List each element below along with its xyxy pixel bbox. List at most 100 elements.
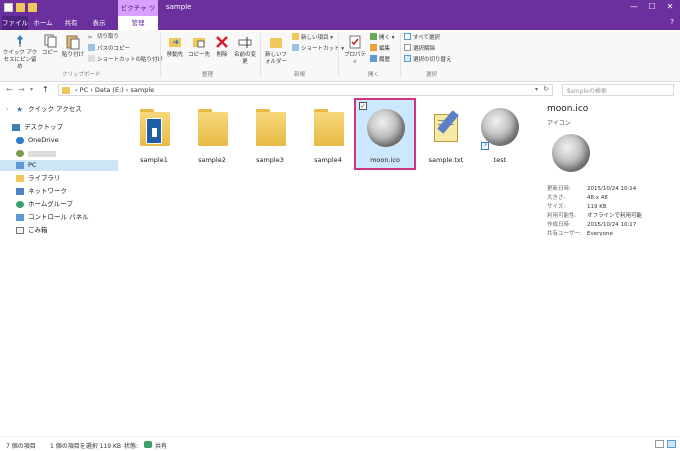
prop-key: 利用可能性: xyxy=(547,213,577,219)
address-bar[interactable]: › PC › Data (E:) › sample ▾ ↻ xyxy=(58,84,553,96)
library-icon xyxy=(16,175,24,182)
help-button[interactable]: ? xyxy=(670,18,674,26)
large-icons-view-button[interactable] xyxy=(667,440,676,448)
nav-item-onedrive[interactable]: OneDrive xyxy=(0,135,118,146)
tab-home[interactable]: ホーム xyxy=(30,16,56,30)
cut-button[interactable]: ✂ 切り取り xyxy=(88,33,119,41)
edit-button[interactable]: 編集 xyxy=(370,44,390,53)
file-item-moon-ico[interactable]: ✓ moon.ico xyxy=(354,98,416,170)
file-item-sample-txt[interactable]: sample.txt xyxy=(418,100,474,170)
copy-button[interactable]: コピー xyxy=(40,34,60,57)
moon-preview-icon xyxy=(552,134,590,172)
rename-button[interactable]: 名前の変更 xyxy=(234,34,256,66)
nav-item-desktop[interactable]: デスクトップ xyxy=(0,122,118,133)
open-group-label: 開く xyxy=(368,72,380,78)
prop-value: Everyone xyxy=(587,231,613,237)
recent-dropdown-icon[interactable]: ▾ xyxy=(30,86,33,93)
shortcut-button[interactable]: ショートカット ▾ xyxy=(292,44,344,53)
file-item-sample1[interactable]: sample1 xyxy=(126,100,182,170)
new-folder-button[interactable]: 新しいフォルダー xyxy=(264,34,288,66)
up-arrow-icon[interactable]: ↑ xyxy=(42,85,49,94)
pin-quick-access-button[interactable]: クイック アクセスにピン留め xyxy=(2,34,38,71)
select-none-button[interactable]: 選択解除 xyxy=(404,44,435,53)
file-item-sample3[interactable]: sample3 xyxy=(242,100,298,170)
nav-item-network[interactable]: ネットワーク xyxy=(0,186,118,197)
new-folder-qat-icon[interactable] xyxy=(16,3,25,12)
chevron-right-icon[interactable]: › xyxy=(6,104,8,115)
new-item-button[interactable]: 新しい項目 ▾ xyxy=(292,33,333,42)
nav-item-user[interactable] xyxy=(0,148,118,159)
search-input[interactable]: sampleの検索 ⌕ xyxy=(562,84,674,96)
nav-label: ネットワーク xyxy=(28,187,67,195)
tab-share[interactable]: 共有 xyxy=(58,16,84,30)
file-list: sample1 sample2 sample3 sample4 ✓ moon.i… xyxy=(120,98,540,436)
file-item-test[interactable]: ↗ test xyxy=(472,100,528,170)
nav-item-pc[interactable]: PC xyxy=(0,160,118,171)
close-button[interactable]: ✕ xyxy=(664,2,676,11)
nav-item-quick-access[interactable]: › ★ クイック アクセス xyxy=(0,104,118,115)
file-name: sample4 xyxy=(314,156,342,164)
select-none-icon xyxy=(404,44,411,51)
search-icon[interactable]: ⌕ xyxy=(567,86,670,94)
edit-icon xyxy=(370,44,377,51)
properties-button[interactable]: プロパティ xyxy=(342,34,368,66)
tab-manage[interactable]: 管理 xyxy=(118,16,158,30)
status-bar: 7 個の項目 1 個の項目を選択 119 KB 状態: 共有 xyxy=(0,436,680,451)
history-button[interactable]: 履歴 xyxy=(370,55,390,64)
delete-button[interactable]: 削除 xyxy=(212,34,232,59)
paste-shortcut-button[interactable]: ショートカットの貼り付け xyxy=(88,55,163,64)
tab-file[interactable]: ファイル xyxy=(2,16,28,30)
nav-item-recycle-bin[interactable]: ごみ箱 xyxy=(0,225,118,236)
tab-view[interactable]: 表示 xyxy=(86,16,112,30)
nav-label xyxy=(28,151,56,157)
nav-label: デスクトップ xyxy=(24,123,63,131)
nav-item-control-panel[interactable]: コントロール パネル xyxy=(0,212,118,223)
address-dropdown-icon[interactable]: ▾ xyxy=(535,86,538,93)
folder-qat-icon[interactable] xyxy=(28,3,37,12)
refresh-icon[interactable]: ↻ xyxy=(543,85,549,93)
properties-qat-icon[interactable] xyxy=(4,3,13,12)
copy-to-button[interactable]: コピー先 xyxy=(188,34,210,59)
new-group-label: 新規 xyxy=(294,72,306,78)
new-folder-label: 新しいフォルダー xyxy=(264,52,287,65)
paste-button[interactable]: 貼り付け xyxy=(62,34,84,59)
prop-shared-with: 共有ユーザー: Everyone xyxy=(547,231,613,238)
nav-label: コントロール パネル xyxy=(28,213,89,221)
nav-label: クイック アクセス xyxy=(28,105,82,113)
back-arrow-icon[interactable]: ← xyxy=(6,85,13,94)
copy-path-button[interactable]: パスのコピー xyxy=(88,44,130,53)
status-selection: 1 個の項目を選択 119 KB xyxy=(50,443,122,450)
moon-icon xyxy=(481,108,519,146)
address-row: ← → ▾ ↑ › PC › Data (E:) › sample ▾ ↻ sa… xyxy=(0,82,680,98)
details-view-button[interactable] xyxy=(655,440,664,448)
pin-label: クイック アクセスにピン留め xyxy=(2,50,38,70)
maximize-button[interactable]: ☐ xyxy=(646,2,658,11)
prop-value: オフラインで利用可能 xyxy=(587,213,643,219)
organize-group-label: 整理 xyxy=(202,72,214,78)
minimize-button[interactable]: — xyxy=(628,2,640,11)
rename-icon xyxy=(238,37,252,48)
invert-selection-button[interactable]: 選択の切り替え xyxy=(404,55,452,64)
shortcut-arrow-icon: ↗ xyxy=(481,142,489,150)
file-item-sample2[interactable]: sample2 xyxy=(184,100,240,170)
nav-item-homegroup[interactable]: ホームグループ xyxy=(0,199,118,210)
open-button[interactable]: 開く ▾ xyxy=(370,33,395,42)
move-to-button[interactable]: 移動先 xyxy=(164,34,186,59)
checkbox-checked-icon[interactable]: ✓ xyxy=(359,102,367,110)
breadcrumb[interactable]: › PC › Data (E:) › sample xyxy=(75,86,154,94)
prop-size: サイズ: 119 KB xyxy=(547,204,607,211)
prop-created: 作成日時: 2015/10/24 10:17 xyxy=(547,222,636,229)
prop-key: サイズ: xyxy=(547,204,566,210)
paste-label: 貼り付け xyxy=(62,52,85,58)
file-item-sample4[interactable]: sample4 xyxy=(300,100,356,170)
prop-key: 大きさ: xyxy=(547,195,566,201)
copy-path-label: パスのコピー xyxy=(97,46,131,52)
open-icon xyxy=(370,33,377,40)
select-all-button[interactable]: すべて選択 xyxy=(404,33,440,42)
cloud-icon xyxy=(16,137,24,144)
title-bar: ピクチャ ツール sample — ☐ ✕ xyxy=(0,0,680,28)
history-label: 履歴 xyxy=(379,57,391,63)
nav-item-library[interactable]: ライブラリ xyxy=(0,173,118,184)
forward-arrow-icon[interactable]: → xyxy=(18,85,25,94)
ribbon-tabs: ファイル ホーム 共有 表示 管理 ? xyxy=(0,16,680,30)
